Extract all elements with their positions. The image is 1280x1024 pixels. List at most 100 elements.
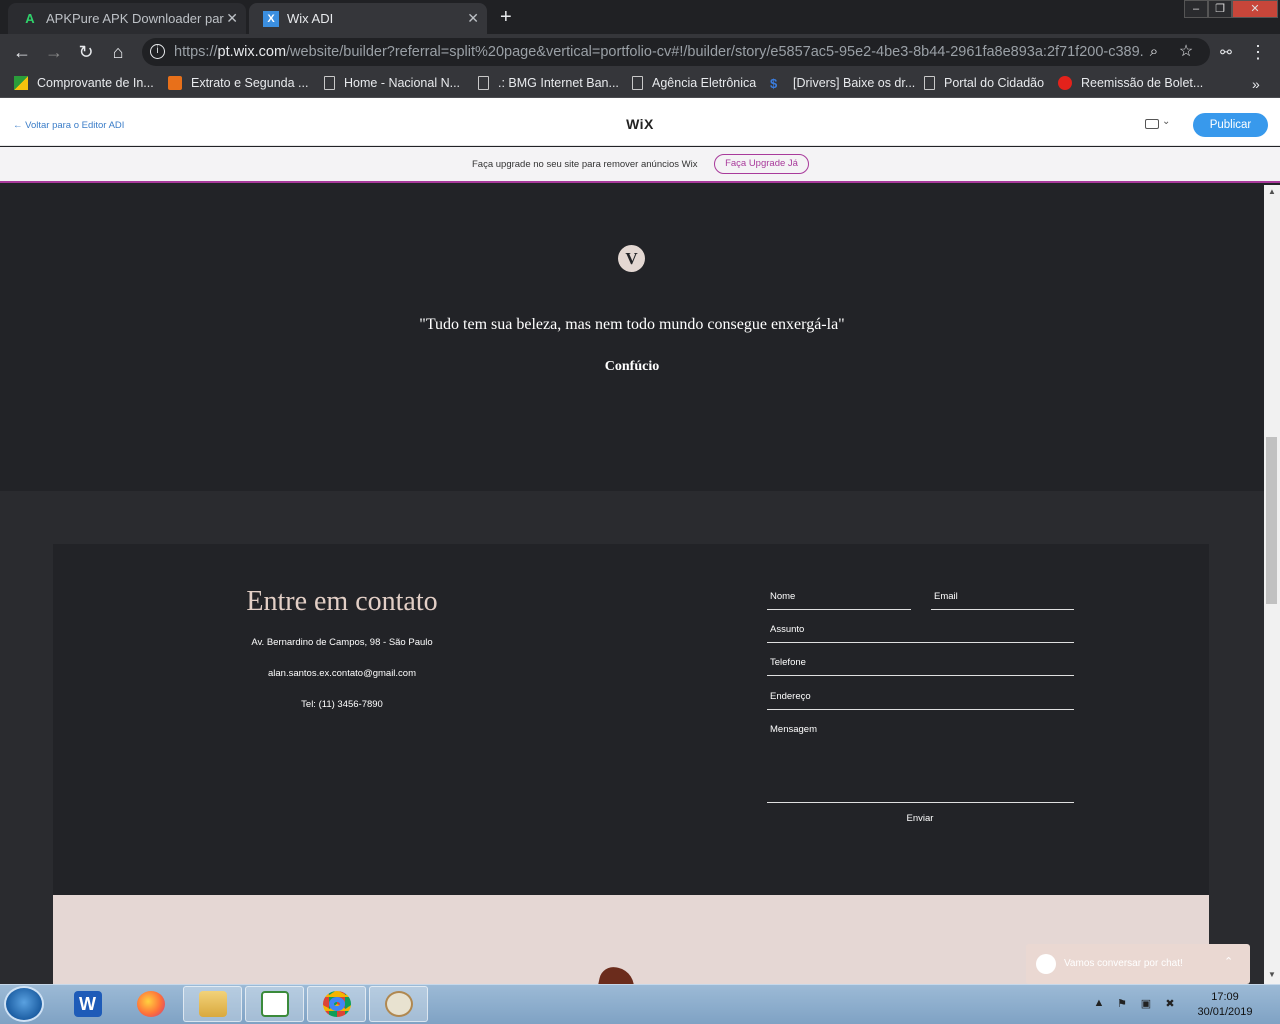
subject-field-underline [767, 642, 1074, 643]
page-icon [924, 76, 935, 90]
close-icon[interactable]: ✕ [226, 10, 238, 27]
site-logo: V [618, 245, 645, 272]
scroll-up-icon[interactable]: ▲ [1264, 187, 1280, 196]
page-icon [478, 76, 489, 90]
url-host: pt.wix.com [217, 44, 287, 60]
back-arrow-icon: ← [13, 120, 26, 131]
chevron-up-icon[interactable]: ⌃ [1224, 955, 1233, 968]
name-field[interactable]: Nome [770, 591, 795, 602]
bookmark-item[interactable]: Agência Eletrônica [632, 76, 756, 90]
tab-label: Wix ADI [287, 11, 334, 26]
url-prefix: https:// [174, 44, 218, 60]
chat-text: Vamos conversar por chat! [1064, 958, 1183, 969]
page-icon [632, 76, 643, 90]
send-button[interactable]: Enviar [870, 813, 970, 824]
planner-icon[interactable] [245, 986, 304, 1022]
bookmark-item[interactable]: $ [Drivers] Baixe os dr... [770, 76, 916, 91]
contact-address: Av. Bernardino de Campos, 98 - São Paulo [251, 637, 433, 648]
back-label: Voltar para o Editor ADI [25, 120, 125, 131]
scroll-down-icon[interactable]: ▼ [1264, 970, 1280, 979]
message-field[interactable]: Mensagem [770, 724, 817, 735]
reload-icon[interactable]: ↻ [74, 40, 98, 64]
quote-author: Confúcio [604, 359, 660, 374]
phone-field-underline [767, 675, 1074, 676]
close-window-button[interactable]: ✕ [1232, 0, 1278, 18]
tab-wix-adi[interactable]: X Wix ADI ✕ [249, 3, 487, 34]
quote-text: "Tudo tem sua beleza, mas nem todo mundo… [419, 316, 845, 333]
bookmarks-overflow[interactable]: » [1252, 76, 1260, 92]
contact-email: alan.santos.ex.contato@gmail.com [268, 668, 416, 679]
menu-icon[interactable]: ⋮ [1246, 40, 1270, 64]
bookmark-item[interactable]: Comprovante de In... [14, 76, 154, 90]
back-arrow-icon[interactable]: ← [10, 40, 34, 64]
chevron-down-icon[interactable]: ⌄ [1162, 116, 1170, 127]
apkpure-icon: A [25, 11, 35, 26]
message-field-underline [767, 802, 1074, 803]
star-icon[interactable]: ☆ [1174, 40, 1198, 64]
show-hidden-icons-icon[interactable]: ▲ [1092, 997, 1106, 1011]
name-field-underline [767, 609, 911, 610]
quote-section [0, 185, 1264, 491]
extension-icon[interactable]: ⚯ [1214, 40, 1238, 64]
address-field[interactable]: Endereço [770, 691, 811, 702]
gov-flag-icon [14, 76, 28, 90]
bookmark-label: Home - Nacional N... [344, 76, 461, 90]
bookmark-label: Portal do Cidadão [944, 76, 1045, 90]
info-icon[interactable]: i [150, 44, 165, 59]
word-icon[interactable]: W [58, 986, 117, 1022]
file-explorer-icon[interactable] [183, 986, 242, 1022]
close-icon[interactable]: ✕ [467, 10, 479, 27]
bookmark-item[interactable]: Home - Nacional N... [324, 76, 460, 90]
network-icon[interactable]: ▣ [1139, 997, 1153, 1011]
phone-field[interactable]: Telefone [770, 657, 806, 668]
start-button[interactable] [4, 986, 44, 1022]
page-icon [324, 76, 335, 90]
paint-icon[interactable] [369, 986, 428, 1022]
wix-icon: X [263, 10, 279, 27]
forward-arrow-icon[interactable]: → [42, 40, 66, 64]
volume-muted-icon[interactable]: ✖ [1163, 997, 1177, 1011]
address-field-underline [767, 709, 1074, 710]
upgrade-text: Faça upgrade no seu site para remover an… [472, 159, 698, 170]
zoom-icon[interactable]: ⌕ [1142, 40, 1166, 64]
dollar-icon: $ [770, 76, 778, 91]
email-field[interactable]: Email [934, 591, 958, 602]
bookmark-label: Comprovante de In... [37, 76, 154, 90]
bookmark-item[interactable]: .: BMG Internet Ban... [478, 76, 619, 90]
restore-button[interactable]: ❐ [1208, 0, 1232, 18]
url-path: /website/builder?referral=split%20page&v… [286, 44, 1144, 60]
clock-time: 17:09 [1211, 991, 1239, 1003]
subject-field[interactable]: Assunto [770, 624, 804, 635]
bookmark-label: [Drivers] Baixe os dr... [793, 76, 916, 90]
upgrade-button[interactable]: Faça Upgrade Já [714, 154, 809, 174]
bookmark-label: Reemissão de Bolet... [1081, 76, 1204, 90]
tab-apkpure[interactable]: A APKPure APK Downloader para Android ✕ [8, 3, 246, 34]
santander-icon [1058, 76, 1072, 90]
tab-label: APKPure APK Downloader para Android [46, 11, 224, 26]
firefox-icon[interactable] [121, 986, 180, 1022]
wix-logo: WiX [626, 116, 654, 132]
extrato-icon [168, 76, 182, 90]
chat-icon [1036, 954, 1056, 974]
bookmark-label: .: BMG Internet Ban... [498, 76, 619, 90]
email-field-underline [931, 609, 1074, 610]
desktop-icon[interactable] [1145, 119, 1159, 129]
bookmark-label: Agência Eletrônica [652, 76, 757, 90]
contact-phone: Tel: (11) 3456-7890 [301, 699, 383, 710]
chrome-icon[interactable] [307, 986, 366, 1022]
scroll-thumb[interactable] [1266, 437, 1277, 604]
bookmark-item[interactable]: Extrato e Segunda ... [168, 76, 308, 90]
publish-button[interactable]: Publicar [1193, 113, 1268, 137]
contact-title: Entre em contato [246, 586, 438, 617]
home-icon[interactable]: ⌂ [106, 40, 130, 64]
bookmark-item[interactable]: Portal do Cidadão [924, 76, 1044, 90]
action-center-flag-icon[interactable]: ⚑ [1115, 997, 1129, 1011]
url-text[interactable]: https://pt.wix.com/website/builder?refer… [174, 44, 1144, 60]
new-tab-button[interactable]: + [500, 6, 512, 29]
bookmark-item[interactable]: Reemissão de Bolet... [1058, 76, 1203, 90]
tray-clock[interactable]: 17:09 30/01/2019 [1190, 990, 1260, 1020]
minimize-button[interactable]: – [1184, 0, 1208, 18]
clock-date: 30/01/2019 [1197, 1006, 1253, 1018]
back-to-editor-link[interactable]: ← Voltar para o Editor ADI [13, 120, 124, 131]
bookmark-label: Extrato e Segunda ... [191, 76, 309, 90]
